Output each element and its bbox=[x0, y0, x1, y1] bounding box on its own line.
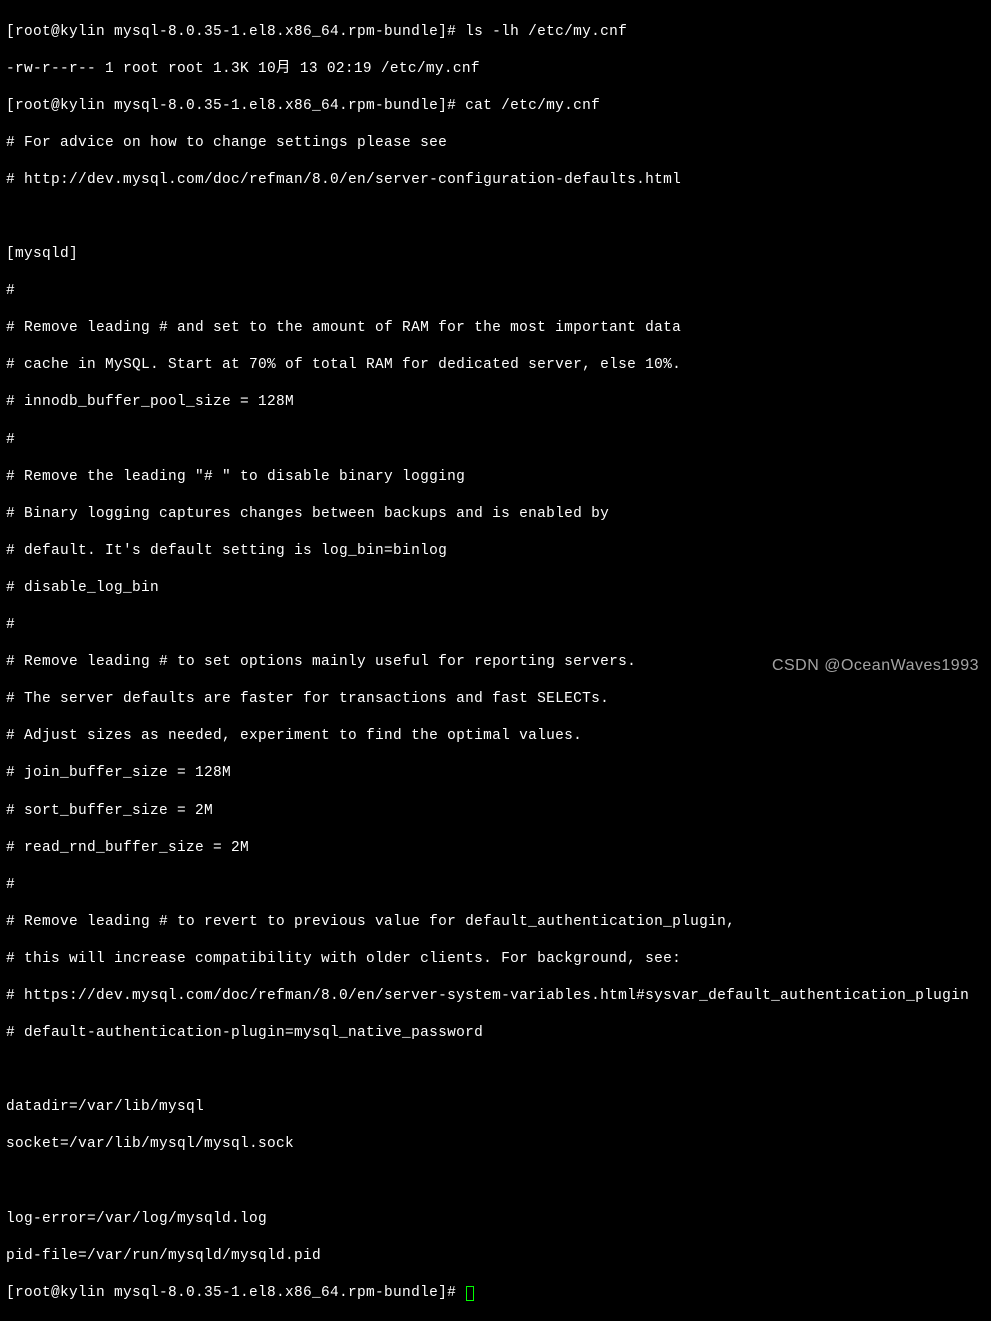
command-text: ls -lh /etc/my.cnf bbox=[465, 24, 627, 40]
config-line: # Binary logging captures changes betwee… bbox=[6, 505, 985, 524]
config-line: # join_buffer_size = 128M bbox=[6, 764, 985, 783]
config-line: # bbox=[6, 616, 985, 635]
config-line: # https://dev.mysql.com/doc/refman/8.0/e… bbox=[6, 987, 985, 1006]
config-line: # innodb_buffer_pool_size = 128M bbox=[6, 393, 985, 412]
config-line: # disable_log_bin bbox=[6, 579, 985, 598]
config-line bbox=[6, 1172, 985, 1191]
config-line: log-error=/var/log/mysqld.log bbox=[6, 1210, 985, 1229]
config-line: # http://dev.mysql.com/doc/refman/8.0/en… bbox=[6, 171, 985, 190]
watermark-text: CSDN @OceanWaves1993 bbox=[772, 656, 979, 676]
config-line: socket=/var/lib/mysql/mysql.sock bbox=[6, 1135, 985, 1154]
config-line bbox=[6, 1061, 985, 1080]
config-line: # For advice on how to change settings p… bbox=[6, 134, 985, 153]
shell-prompt: [root@kylin mysql-8.0.35-1.el8.x86_64.rp… bbox=[6, 1285, 465, 1301]
config-line: pid-file=/var/run/mysqld/mysqld.pid bbox=[6, 1247, 985, 1266]
config-line: # sort_buffer_size = 2M bbox=[6, 802, 985, 821]
config-line: # Remove leading # to revert to previous… bbox=[6, 913, 985, 932]
config-line: # Adjust sizes as needed, experiment to … bbox=[6, 727, 985, 746]
config-line: # default-authentication-plugin=mysql_na… bbox=[6, 1024, 985, 1043]
config-line: # Remove leading # and set to the amount… bbox=[6, 319, 985, 338]
config-line: # cache in MySQL. Start at 70% of total … bbox=[6, 356, 985, 375]
config-line: # default. It's default setting is log_b… bbox=[6, 542, 985, 561]
shell-prompt: [root@kylin mysql-8.0.35-1.el8.x86_64.rp… bbox=[6, 24, 465, 40]
config-line: # read_rnd_buffer_size = 2M bbox=[6, 839, 985, 858]
config-line: # bbox=[6, 876, 985, 895]
config-line: # The server defaults are faster for tra… bbox=[6, 690, 985, 709]
config-line: [mysqld] bbox=[6, 245, 985, 264]
config-line: datadir=/var/lib/mysql bbox=[6, 1098, 985, 1117]
config-line: # bbox=[6, 282, 985, 301]
config-line: # this will increase compatibility with … bbox=[6, 950, 985, 969]
config-line: # Remove the leading "# " to disable bin… bbox=[6, 468, 985, 487]
command-text: cat /etc/my.cnf bbox=[465, 98, 600, 114]
shell-prompt: [root@kylin mysql-8.0.35-1.el8.x86_64.rp… bbox=[6, 98, 465, 114]
terminal-cursor[interactable] bbox=[466, 1286, 474, 1301]
config-line: # bbox=[6, 431, 985, 450]
config-line bbox=[6, 208, 985, 227]
ls-output: -rw-r--r-- 1 root root 1.3K 10月 13 02:19… bbox=[6, 60, 985, 79]
